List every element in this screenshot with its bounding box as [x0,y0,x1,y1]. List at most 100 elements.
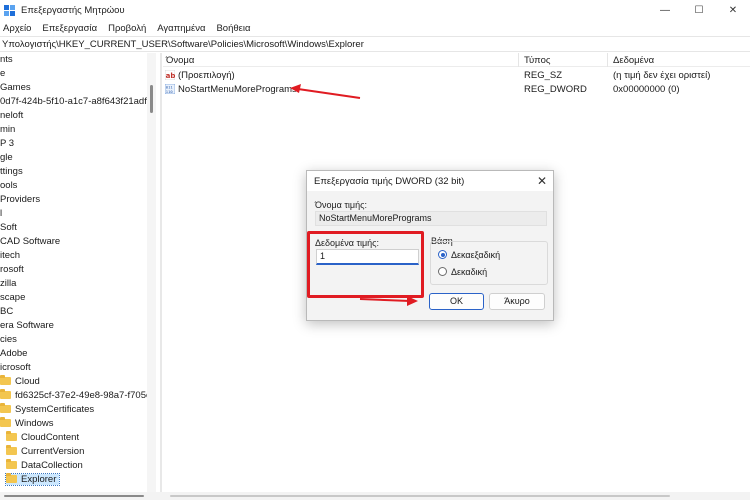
tree-item-label: BC [0,306,14,317]
scroll-thumb[interactable] [170,495,670,497]
folder-icon [6,473,17,483]
column-divider[interactable] [607,53,608,67]
tree-item[interactable]: SystemCertificates [0,403,94,417]
edit-dword-dialog: Επεξεργασία τιμής DWORD (32 bit) ✕ Όνομα… [306,170,554,321]
close-window-button[interactable]: ✕ [716,0,750,20]
tree-item[interactable]: gle [0,151,13,165]
tree-item[interactable]: itech [0,249,20,263]
address-path: Υπολογιστής\HKEY_CURRENT_USER\Software\P… [2,38,364,50]
tree-item[interactable]: min [0,123,15,137]
list-row[interactable]: 011 110 NoStartMenuMorePrograms REG_DWOR… [163,82,750,96]
radio-decimal[interactable] [438,267,447,276]
tree-item-label: neloft [0,110,24,121]
tree-item-label: Windows [15,418,54,429]
tree-item-label: ttings [0,166,23,177]
tree-item-label: cies [0,334,17,345]
value-type: REG_DWORD [524,84,587,95]
tree-item-label-wrap: Soft [0,222,17,233]
tree-item[interactable]: cies [0,333,17,347]
tree-item[interactable]: rosoft [0,263,24,277]
tree-item-label: l [0,208,3,219]
column-header-data[interactable]: Δεδομένα [613,55,654,66]
tree-item[interactable]: neloft [0,109,23,123]
tree-item[interactable]: l [0,207,2,221]
tree-item[interactable]: BC [0,305,13,319]
tree-item-label: fd6325cf-37e2-49e8-98a7-f705e2 [15,390,147,401]
address-bar[interactable]: Υπολογιστής\HKEY_CURRENT_USER\Software\P… [0,36,750,52]
tree-item-label: Adobe [0,348,28,359]
folder-icon [0,403,11,413]
column-header-type[interactable]: Τύπος [524,55,550,66]
radio-hexadecimal-label[interactable]: Δεκαεξαδική [451,250,500,260]
tree-item[interactable]: Explorer [4,473,61,487]
menu-favorites[interactable]: Αγαπημένα [157,23,205,34]
tree-item[interactable]: era Software [0,319,54,333]
folder-icon [6,445,17,455]
value-name-label: Όνομα τιμής: [315,200,367,210]
menu-view[interactable]: Προβολή [108,23,146,34]
horizontal-scrollbar[interactable] [0,492,750,500]
tree-item[interactable]: CAD Software [0,235,60,249]
tree-item[interactable]: nts [0,53,13,67]
menu-edit[interactable]: Επεξεργασία [42,23,97,34]
tree-item[interactable]: fd6325cf-37e2-49e8-98a7-f705e2 [0,389,147,403]
tree-item[interactable]: DataCollection [6,459,83,473]
tree-item[interactable]: ools [0,179,17,193]
radio-decimal-label[interactable]: Δεκαδική [451,267,487,277]
maximize-button[interactable]: ☐ [682,0,716,20]
dialog-title-bar: Επεξεργασία τιμής DWORD (32 bit) ✕ [307,171,553,191]
dialog-title: Επεξεργασία τιμής DWORD (32 bit) [314,176,465,187]
tree-item[interactable]: Providers [0,193,40,207]
tree-item[interactable]: scape [0,291,25,305]
tree-item[interactable]: CurrentVersion [6,445,84,459]
tree-item[interactable]: ttings [0,165,23,179]
menu-help[interactable]: Βοήθεια [216,23,250,34]
tree-item-label-wrap: min [0,124,15,135]
tree-item-label: nts [0,54,13,65]
tree-item-label: e [0,68,6,79]
tree-item[interactable]: CloudContent [6,431,79,445]
radio-hexadecimal[interactable] [438,250,447,259]
tree-item-label: Games [0,82,31,93]
tree-item[interactable]: Games [0,81,31,95]
tree-item-label-wrap: e [0,68,5,79]
folder-icon [0,389,11,399]
tree-item[interactable]: Soft [0,221,17,235]
ok-button[interactable]: OK [429,293,484,310]
tree-item-label: Cloud [15,376,40,387]
menu-file[interactable]: Αρχείο [3,23,31,34]
scroll-thumb[interactable] [150,85,153,113]
value-name: NoStartMenuMorePrograms [178,84,297,95]
pane-splitter[interactable] [160,53,162,493]
tree-item[interactable]: zilla [0,277,16,291]
tree-item-label: era Software [0,320,54,331]
tree-item-label-wrap: Windows [0,417,54,429]
tree-item-label: icrosoft [0,362,31,373]
tree-item[interactable]: Cloud [0,375,40,389]
tree-item-label-wrap: itech [0,250,20,261]
list-row[interactable]: ab (Προεπιλογή) REG_SZ (η τιμή δεν έχει … [163,68,750,82]
folder-icon [0,375,11,385]
value-data-input[interactable]: 1 [316,249,419,265]
tree-vertical-scrollbar[interactable] [147,53,156,493]
tree-item[interactable]: Adobe [0,347,27,361]
scroll-thumb[interactable] [4,495,144,497]
base-group [430,241,548,285]
tree-item-label-wrap: P 3 [0,138,14,149]
column-header-name[interactable]: Όνομα [166,55,194,66]
tree-item-label-wrap: DataCollection [6,459,83,471]
tree-item[interactable]: e [0,67,5,81]
tree-item-label: P 3 [0,138,15,149]
menu-bar: Αρχείο Επεξεργασία Προβολή Αγαπημένα Βοή… [0,20,750,36]
tree-item-label: rosoft [0,264,24,275]
minimize-button[interactable]: — [648,0,682,20]
column-divider[interactable] [518,53,519,67]
tree-item[interactable]: Windows [0,417,54,431]
tree-item[interactable]: icrosoft [0,361,31,375]
dialog-close-icon[interactable]: ✕ [537,174,547,188]
cancel-button[interactable]: Άκυρο [489,293,545,310]
tree-item[interactable]: 0d7f-424b-5f10-a1c7-a8f643f21adf [0,95,147,109]
value-type: REG_SZ [524,70,563,81]
tree-item[interactable]: P 3 [0,137,14,151]
tree-item-label: CloudContent [21,432,80,443]
